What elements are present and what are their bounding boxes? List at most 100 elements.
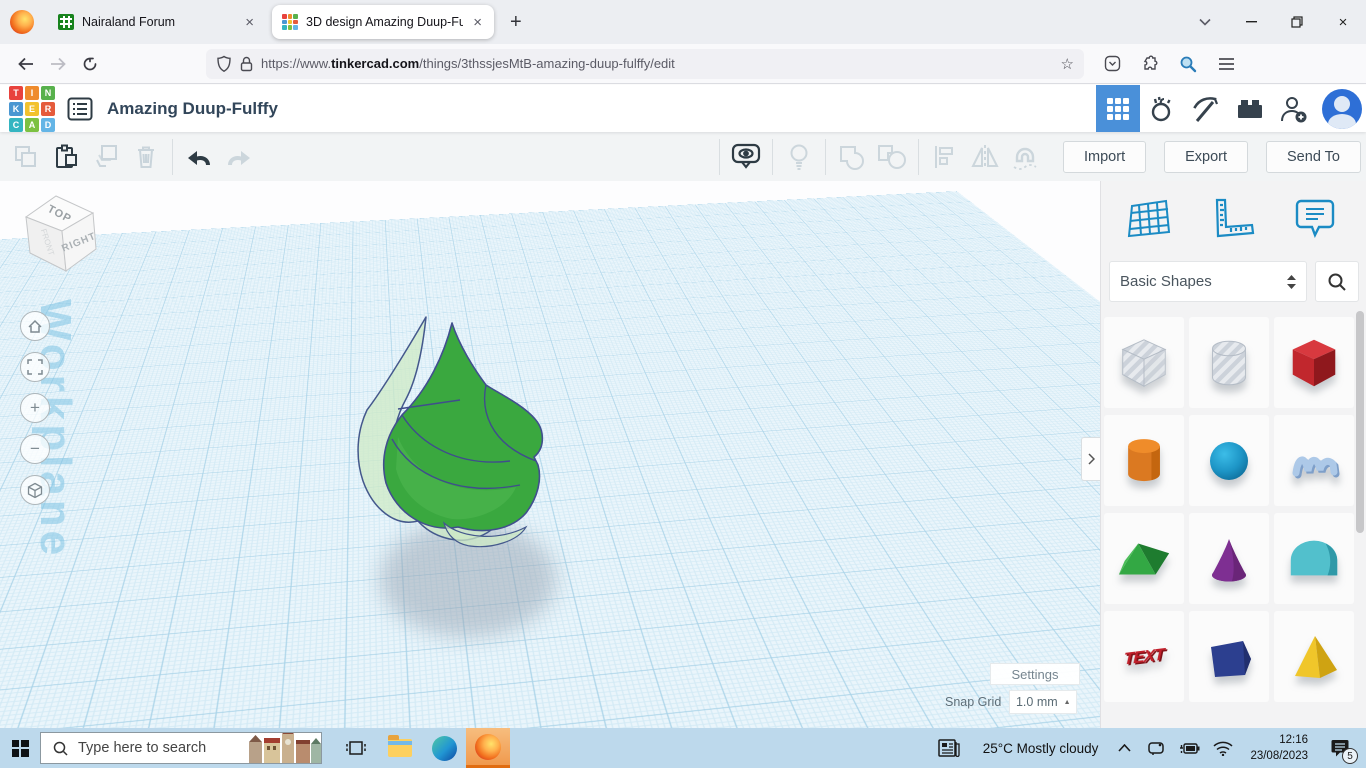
url-text[interactable]: https://www.tinkercad.com/things/3thssje…	[261, 56, 1061, 71]
start-button[interactable]	[0, 728, 40, 768]
search-highlight-image[interactable]	[249, 732, 321, 764]
list-tabs-chevron-icon[interactable]	[1182, 0, 1228, 44]
browser-nav-bar: https://www.tinkercad.com/things/3thssje…	[0, 44, 1366, 84]
3d-viewport[interactable]: Workplane TOP RIGHT FRONT + −	[0, 181, 1100, 728]
zoom-extension-icon[interactable]	[1172, 50, 1204, 78]
redo-icon[interactable]	[219, 139, 259, 175]
window-minimize-button[interactable]	[1228, 0, 1274, 44]
show-all-icon[interactable]	[726, 139, 766, 175]
reload-icon[interactable]	[74, 50, 106, 78]
avatar[interactable]	[1322, 89, 1362, 129]
send-to-button[interactable]: Send To	[1266, 141, 1361, 173]
wifi-icon[interactable]	[1208, 728, 1238, 768]
shape-text-red[interactable]: TEXT	[1104, 611, 1184, 702]
window-restore-button[interactable]	[1274, 0, 1320, 44]
blocks-pickaxe-icon[interactable]	[1184, 85, 1228, 132]
windows-taskbar: Type here to search 25°C Mostly cloudy	[0, 728, 1366, 768]
snap-icon[interactable]	[1005, 139, 1045, 175]
task-view-icon[interactable]	[334, 728, 378, 768]
window-close-button[interactable]: ×	[1320, 0, 1366, 44]
delete-icon[interactable]	[126, 139, 166, 175]
light-bulb-icon[interactable]	[779, 139, 819, 175]
shape-cone-purple[interactable]	[1189, 513, 1269, 604]
logo-cell: K	[9, 102, 23, 116]
meet-now-icon[interactable]	[1142, 728, 1170, 768]
extensions-puzzle-icon[interactable]	[1134, 50, 1166, 78]
fit-view-icon[interactable]	[20, 352, 50, 382]
design-object-green-shell[interactable]	[340, 297, 600, 657]
notification-center-icon[interactable]: 5	[1320, 728, 1360, 768]
shape-category-select[interactable]: Basic Shapes	[1109, 261, 1307, 302]
shape-sphere-blue[interactable]	[1189, 415, 1269, 506]
zoom-out-icon[interactable]: −	[20, 434, 50, 464]
duplicate-icon[interactable]	[86, 139, 126, 175]
undo-icon[interactable]	[179, 139, 219, 175]
taskbar-search-box[interactable]: Type here to search	[40, 732, 322, 764]
shape-search-button[interactable]	[1315, 261, 1359, 302]
file-explorer-icon[interactable]	[378, 728, 422, 768]
shape-roof-green[interactable]	[1104, 513, 1184, 604]
logo-cell: I	[25, 86, 39, 100]
edge-icon[interactable]	[422, 728, 466, 768]
back-icon[interactable]	[10, 50, 42, 78]
tab-close-icon[interactable]: ×	[243, 14, 256, 31]
shape-polygon-blue[interactable]	[1189, 611, 1269, 702]
tray-chevron-icon[interactable]	[1110, 728, 1138, 768]
view-cube[interactable]: TOP RIGHT FRONT	[18, 191, 106, 279]
sim-lab-icon[interactable]	[1140, 85, 1184, 132]
logo-cell: C	[9, 118, 23, 132]
firefox-view-icon[interactable]	[10, 10, 34, 34]
home-icon[interactable]	[20, 311, 50, 341]
battery-icon[interactable]	[1174, 728, 1204, 768]
bricks-icon[interactable]	[1228, 85, 1272, 132]
shield-icon[interactable]	[216, 55, 232, 73]
tab-label: 3D design Amazing Duup-Fulffy	[306, 15, 463, 29]
copy-icon[interactable]	[6, 139, 46, 175]
export-button[interactable]: Export	[1164, 141, 1248, 173]
workplane-tool-icon[interactable]	[1122, 193, 1176, 245]
ruler-tool-icon[interactable]	[1205, 193, 1259, 245]
url-bar[interactable]: https://www.tinkercad.com/things/3thssje…	[206, 49, 1084, 79]
pocket-icon[interactable]	[1096, 50, 1128, 78]
perspective-icon[interactable]	[20, 475, 50, 505]
design-grid-icon[interactable]	[1096, 85, 1140, 132]
clock-widget[interactable]: 12:16 23/08/2023	[1242, 732, 1316, 764]
design-title[interactable]: Amazing Duup-Fulffy	[107, 99, 278, 119]
new-tab-button[interactable]: +	[500, 11, 532, 34]
logo-cell: N	[41, 86, 55, 100]
logo-cell: E	[25, 102, 39, 116]
tab-nairaland[interactable]: Nairaland Forum ×	[48, 5, 266, 39]
shape-box-transparent[interactable]	[1104, 317, 1184, 408]
snap-grid-label: Snap Grid	[945, 695, 1001, 709]
menu-hamburger-icon[interactable]	[1210, 50, 1242, 78]
snap-grid-dropdown[interactable]: 1.0 mm ▲	[1009, 690, 1077, 714]
shape-cylinder-transparent[interactable]	[1189, 317, 1269, 408]
group-icon[interactable]	[832, 139, 872, 175]
ungroup-icon[interactable]	[872, 139, 912, 175]
shape-box-red[interactable]	[1274, 317, 1354, 408]
mirror-icon[interactable]	[965, 139, 1005, 175]
forward-icon[interactable]	[42, 50, 74, 78]
tab-close-icon[interactable]: ×	[471, 14, 484, 31]
design-menu-icon[interactable]	[67, 97, 93, 121]
paste-icon[interactable]	[46, 139, 86, 175]
align-icon[interactable]	[925, 139, 965, 175]
settings-button[interactable]: Settings	[990, 663, 1080, 685]
invite-icon[interactable]	[1272, 85, 1316, 132]
notes-tool-icon[interactable]	[1288, 193, 1342, 245]
weather-widget[interactable]: 25°C Mostly cloudy	[975, 741, 1107, 756]
panel-collapse-button[interactable]	[1081, 437, 1100, 481]
lock-icon[interactable]	[240, 56, 253, 72]
firefox-icon[interactable]	[466, 728, 510, 768]
tab-tinkercad-active[interactable]: 3D design Amazing Duup-Fulffy ×	[272, 5, 494, 39]
shape-pyramid-yellow[interactable]	[1274, 611, 1354, 702]
news-icon[interactable]	[927, 728, 971, 768]
bookmark-star-icon[interactable]: ☆	[1061, 55, 1074, 73]
import-button[interactable]: Import	[1063, 141, 1146, 173]
panel-scrollbar[interactable]	[1356, 311, 1364, 533]
shape-cylinder-orange[interactable]	[1104, 415, 1184, 506]
shape-scribble[interactable]	[1274, 415, 1354, 506]
tinkercad-logo[interactable]: TIN KER CAD	[9, 86, 55, 132]
shape-round-roof-teal[interactable]	[1274, 513, 1354, 604]
zoom-in-icon[interactable]: +	[20, 393, 50, 423]
